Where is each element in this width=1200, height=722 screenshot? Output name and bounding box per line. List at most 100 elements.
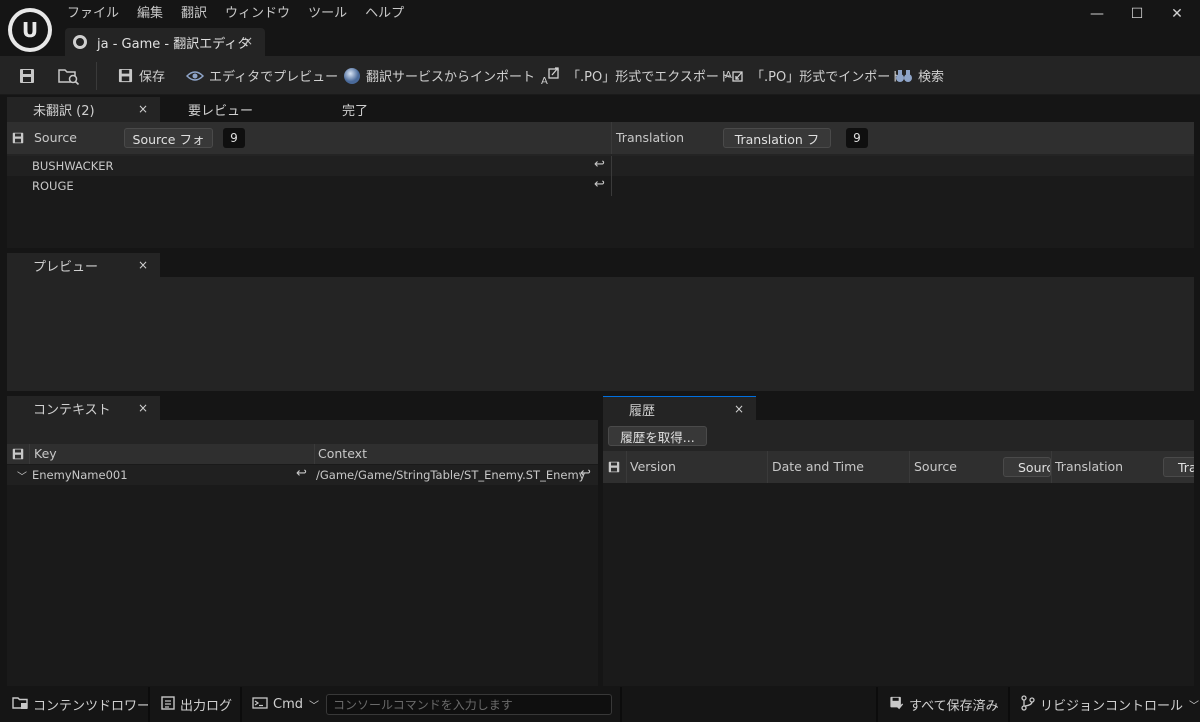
tab-completed[interactable]: 完了 (316, 97, 466, 122)
save-icon[interactable] (11, 447, 25, 461)
context-tab-strip: コンテキスト × (0, 393, 600, 421)
close-icon[interactable]: × (734, 402, 744, 416)
table-row[interactable]: ﹀ EnemyName001 ↩ /Game/Game/StringTable/… (7, 465, 598, 485)
menu-edit[interactable]: 編集 (128, 4, 172, 24)
context-panel-top (7, 420, 598, 444)
tab-untranslated-label: 未翻訳 (2) (33, 104, 95, 119)
translation-editor-icon (73, 35, 87, 49)
translation-list-panel: Source Source フォ 9 Translation Translati… (7, 122, 1194, 248)
eye-icon (186, 67, 204, 85)
minimize-button[interactable]: — (1080, 4, 1114, 24)
context-panel: Key Context ﹀ EnemyName001 ↩ /Game/Game/… (7, 444, 598, 686)
column-divider[interactable] (611, 122, 612, 154)
save-all-button[interactable]: すべて保存済み (889, 687, 999, 722)
save-icon-button[interactable] (18, 56, 41, 95)
column-divider[interactable] (314, 444, 315, 464)
revision-control-label: リビジョンコントロール (1040, 699, 1184, 714)
context-column-header[interactable]: Context (318, 446, 367, 461)
menu-file[interactable]: ファイル (58, 4, 128, 24)
close-icon[interactable]: × (138, 401, 148, 415)
revert-icon[interactable]: ↩ (580, 466, 591, 481)
translation-font-button[interactable]: Tra (1163, 457, 1194, 477)
tab-preview[interactable]: プレビュー × (7, 253, 160, 278)
revision-control-button[interactable]: リビジョンコントロール ﹀ (1021, 687, 1199, 722)
maximize-button[interactable]: ☐ (1120, 4, 1154, 24)
import-from-service-button[interactable]: 翻訳サービスからインポート (343, 56, 535, 95)
panel-splitter[interactable] (598, 393, 603, 686)
column-divider[interactable] (909, 451, 910, 483)
document-tab[interactable]: ja - Game - 翻訳エディタ × (65, 28, 265, 56)
tab-history[interactable]: 履歴 × (603, 396, 756, 421)
console-command-input[interactable]: コンソールコマンドを入力します (326, 694, 612, 715)
source-text: ROUGE (32, 179, 74, 193)
preview-tab-strip: プレビュー × (0, 250, 1200, 278)
menu-help[interactable]: ヘルプ (356, 4, 413, 24)
menu-tools[interactable]: ツール (299, 4, 356, 24)
save-icon[interactable] (607, 460, 621, 474)
translation-column-header[interactable]: Translation (616, 130, 684, 145)
terminal-icon (252, 696, 268, 713)
import-from-service-label: 翻訳サービスからインポート (366, 70, 536, 85)
export-po-button[interactable]: A 「.PO」形式でエクスポート (540, 56, 732, 95)
svg-text:A: A (541, 76, 548, 86)
toolbar-separator (96, 62, 97, 90)
search-label: 検索 (918, 70, 945, 85)
source-font-button[interactable]: Source フォ (124, 128, 213, 148)
table-row[interactable]: ROUGE ↩ (7, 176, 1194, 196)
column-divider[interactable] (767, 451, 768, 483)
menu-translation[interactable]: 翻訳 (172, 4, 216, 24)
translation-tab-strip: 未翻訳 (2) × 要レビュー 完了 (0, 96, 1200, 122)
get-history-button[interactable]: 履歴を取得... (608, 426, 707, 446)
save-icon (116, 67, 134, 85)
close-icon[interactable]: × (243, 34, 253, 48)
revert-icon[interactable]: ↩ (594, 177, 605, 192)
tab-context-label: コンテキスト (33, 403, 111, 418)
translation-column-header[interactable]: Translation (1055, 459, 1123, 474)
source-font-button[interactable]: Source (1003, 457, 1051, 477)
import-translation-icon: A (724, 67, 746, 85)
cmd-dropdown[interactable]: Cmd ﹀ (252, 687, 319, 722)
import-po-button[interactable]: A 「.PO」形式でインポート (724, 56, 903, 95)
version-column-header[interactable]: Version (630, 459, 676, 474)
statusbar-separator (876, 687, 878, 722)
history-panel: 履歴を取得... Version Date and Time Source So… (603, 420, 1194, 686)
close-icon[interactable]: × (138, 258, 148, 272)
chevron-down-icon[interactable]: ﹀ (17, 468, 27, 483)
save-all-label: すべて保存済み (909, 699, 999, 714)
source-column-header[interactable]: Source (914, 459, 957, 474)
source-font-size[interactable]: 9 (223, 128, 245, 148)
preview-in-editor-button[interactable]: エディタでプレビュー (186, 56, 338, 95)
search-button[interactable]: 検索 (895, 56, 944, 95)
unreal-logo[interactable]: U (8, 8, 52, 52)
statusbar-separator (1008, 687, 1010, 722)
revert-icon[interactable]: ↩ (594, 157, 605, 172)
menu-window[interactable]: ウィンドウ (216, 4, 299, 24)
table-row[interactable]: BUSHWACKER ↩ (7, 156, 1194, 176)
translation-font-size[interactable]: 9 (846, 128, 868, 148)
revert-icon[interactable]: ↩ (296, 466, 307, 481)
translation-font-button[interactable]: Translation フ (723, 128, 831, 148)
close-window-button[interactable]: ✕ (1160, 4, 1194, 24)
save-icon[interactable] (11, 131, 25, 145)
source-text: BUSHWACKER (32, 159, 114, 173)
close-icon[interactable]: × (138, 102, 148, 116)
history-toolbar: 履歴を取得... (603, 420, 1194, 451)
title-bar: U ファイル 編集 翻訳 ウィンドウ ツール ヘルプ — ☐ ✕ ja - Ga… (0, 0, 1200, 56)
translation-editor-window: U ファイル 編集 翻訳 ウィンドウ ツール ヘルプ — ☐ ✕ ja - Ga… (0, 0, 1200, 722)
column-divider[interactable] (1051, 451, 1052, 483)
tab-context[interactable]: コンテキスト × (7, 396, 160, 421)
source-column-header[interactable]: Source (34, 130, 77, 145)
key-column-header[interactable]: Key (34, 446, 57, 461)
menu-bar: ファイル 編集 翻訳 ウィンドウ ツール ヘルプ (58, 4, 413, 24)
tab-history-label: 履歴 (629, 403, 656, 419)
tab-untranslated[interactable]: 未翻訳 (2) × (7, 97, 160, 122)
output-log-button[interactable]: 出力ログ (161, 687, 232, 722)
save-label: 保存 (139, 70, 166, 85)
context-text: /Game/Game/StringTable/ST_Enemy.ST_Enemy (316, 468, 586, 482)
save-button[interactable]: 保存 (116, 56, 165, 95)
tab-needs-review[interactable]: 要レビュー (162, 97, 312, 122)
statusbar-separator (148, 687, 150, 722)
content-drawer-button[interactable]: コンテンツドロワー (12, 687, 150, 722)
find-in-content-browser-button[interactable] (58, 56, 85, 95)
date-time-column-header[interactable]: Date and Time (772, 459, 864, 474)
